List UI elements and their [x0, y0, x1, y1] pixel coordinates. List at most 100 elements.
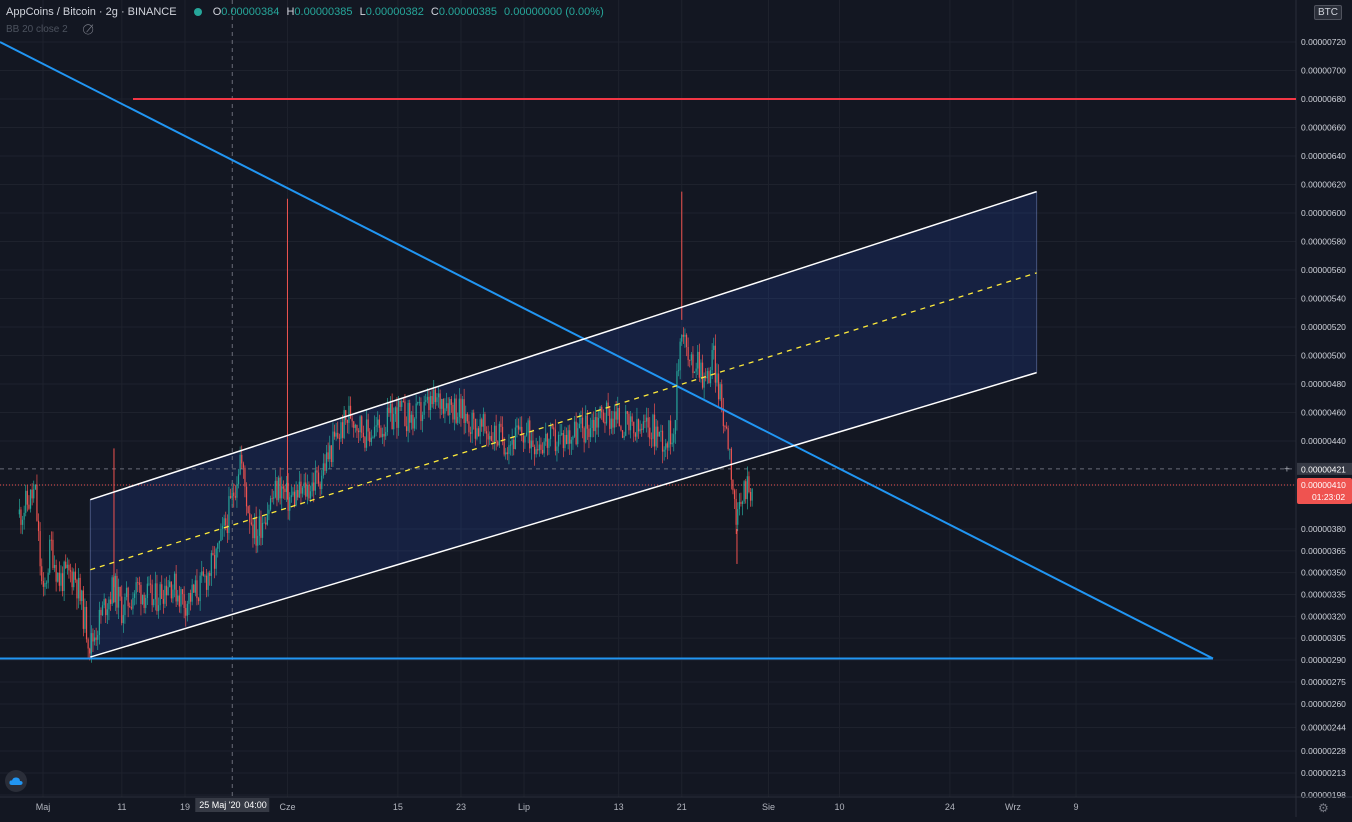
indicator-legend[interactable]: BB 20 close 2 ◯̸: [6, 24, 94, 35]
y-tick-label: 0.00000480: [1301, 379, 1346, 389]
candle-body: [484, 414, 486, 432]
candle-body: [396, 407, 398, 428]
candle-body: [193, 584, 195, 593]
candle-body: [119, 586, 121, 597]
candle-body: [444, 408, 446, 414]
candle-body: [732, 479, 734, 491]
price-chart[interactable]: Maj 11 19 Cze 15 23 Lip 13 21 Sie 10 24 Wrz 9 0.000001…: [0, 0, 1352, 817]
y-tick-label: 0.00000540: [1301, 294, 1346, 304]
candle-body: [308, 484, 310, 499]
candle-body: [684, 334, 686, 337]
candle-body: [665, 443, 667, 450]
candle-body: [180, 589, 182, 607]
candle-body: [364, 437, 366, 448]
candle-body: [341, 422, 344, 438]
candle-body: [29, 489, 32, 509]
candle-body: [738, 501, 740, 510]
y-tick-label: 0.00000520: [1301, 322, 1346, 332]
crosshair-time-label: 04:00: [244, 800, 267, 810]
candle-body: [471, 412, 473, 434]
candle-body: [183, 594, 185, 609]
x-tick-label: 13: [614, 802, 624, 812]
tradingview-logo[interactable]: [5, 770, 27, 792]
candle-body: [218, 541, 220, 544]
candle-body: [346, 419, 348, 423]
candle-body: [500, 423, 502, 427]
candle-body: [522, 435, 524, 443]
eye-hidden-icon[interactable]: ◯̸: [83, 24, 94, 35]
y-tick-label: 0.00000305: [1301, 633, 1346, 643]
candle-body: [425, 400, 427, 402]
cloud-icon: [9, 777, 23, 785]
candle-body: [271, 498, 273, 500]
y-tick-label: 0.00000275: [1301, 677, 1346, 687]
candle-body: [489, 435, 491, 440]
candle-body: [242, 463, 244, 468]
candle-body: [610, 418, 612, 429]
candle-body: [735, 498, 737, 525]
candle-body: [317, 472, 320, 484]
candle-body: [514, 427, 516, 450]
candle-body: [41, 566, 43, 582]
candle-body: [258, 516, 260, 536]
candle-body: [373, 426, 376, 437]
candle-body: [210, 552, 212, 576]
candle-body: [33, 489, 35, 499]
crosshair-plus-icon: +: [1284, 464, 1290, 475]
candle-body: [301, 487, 304, 494]
candle-body: [626, 411, 628, 414]
candle-body: [474, 418, 476, 439]
candle-body: [527, 420, 529, 433]
ohlc-open-label: O: [212, 6, 222, 18]
candle-body: [332, 431, 334, 463]
candle-body: [385, 432, 387, 437]
candle-body: [578, 423, 580, 429]
candle-body: [657, 426, 659, 437]
candle-body: [289, 497, 291, 511]
indicator-label: BB 20 close 2: [6, 24, 68, 35]
candle-body: [375, 425, 377, 427]
candle-body: [18, 509, 20, 515]
candle-body: [458, 398, 460, 417]
candle-body: [281, 486, 283, 499]
symbol-title[interactable]: AppCoins / Bitcoin · 2g · BINANCE: [6, 6, 177, 18]
candle-body: [351, 418, 353, 422]
candle-body: [629, 416, 632, 431]
y-tick-label: 0.00000320: [1301, 611, 1346, 621]
candle-body: [604, 421, 606, 424]
candle-body: [490, 435, 492, 442]
ohlc-low-label: L: [359, 6, 366, 18]
candle-body: [621, 430, 624, 438]
candle-body: [530, 440, 532, 449]
candle-body: [333, 431, 336, 437]
candle-body: [698, 351, 700, 378]
candle-body: [589, 428, 592, 438]
candle-body: [423, 401, 425, 415]
settings-gear-icon[interactable]: ⚙: [1318, 801, 1329, 815]
candle-body: [469, 432, 472, 434]
candle-body: [362, 432, 364, 438]
candle-body: [505, 452, 507, 455]
candle-body: [199, 575, 201, 602]
y-tick-label: 0.00000640: [1301, 151, 1346, 161]
candle-body: [268, 509, 270, 514]
x-tick-label: Cze: [279, 802, 295, 812]
candle-body: [653, 414, 656, 447]
candle-body: [393, 413, 395, 430]
candle-body: [34, 484, 36, 490]
candle-body: [695, 368, 697, 372]
chart-area[interactable]: Maj 11 19 Cze 15 23 Lip 13 21 Sie 10 24 Wrz 9 0.000001…: [0, 0, 1352, 817]
candle-body: [660, 430, 662, 432]
candle-body: [532, 440, 534, 447]
candle-body: [164, 585, 166, 604]
candle-body: [460, 398, 462, 419]
candle-body: [98, 609, 100, 636]
candle-body: [693, 371, 696, 373]
candle-body: [431, 396, 433, 405]
y-tick-label: 0.00000580: [1301, 237, 1346, 247]
candle-body: [49, 539, 51, 573]
candle-body: [620, 426, 622, 431]
y-tick-label: 0.00000244: [1301, 723, 1346, 733]
candle-body: [45, 582, 48, 584]
candle-body: [377, 419, 379, 426]
